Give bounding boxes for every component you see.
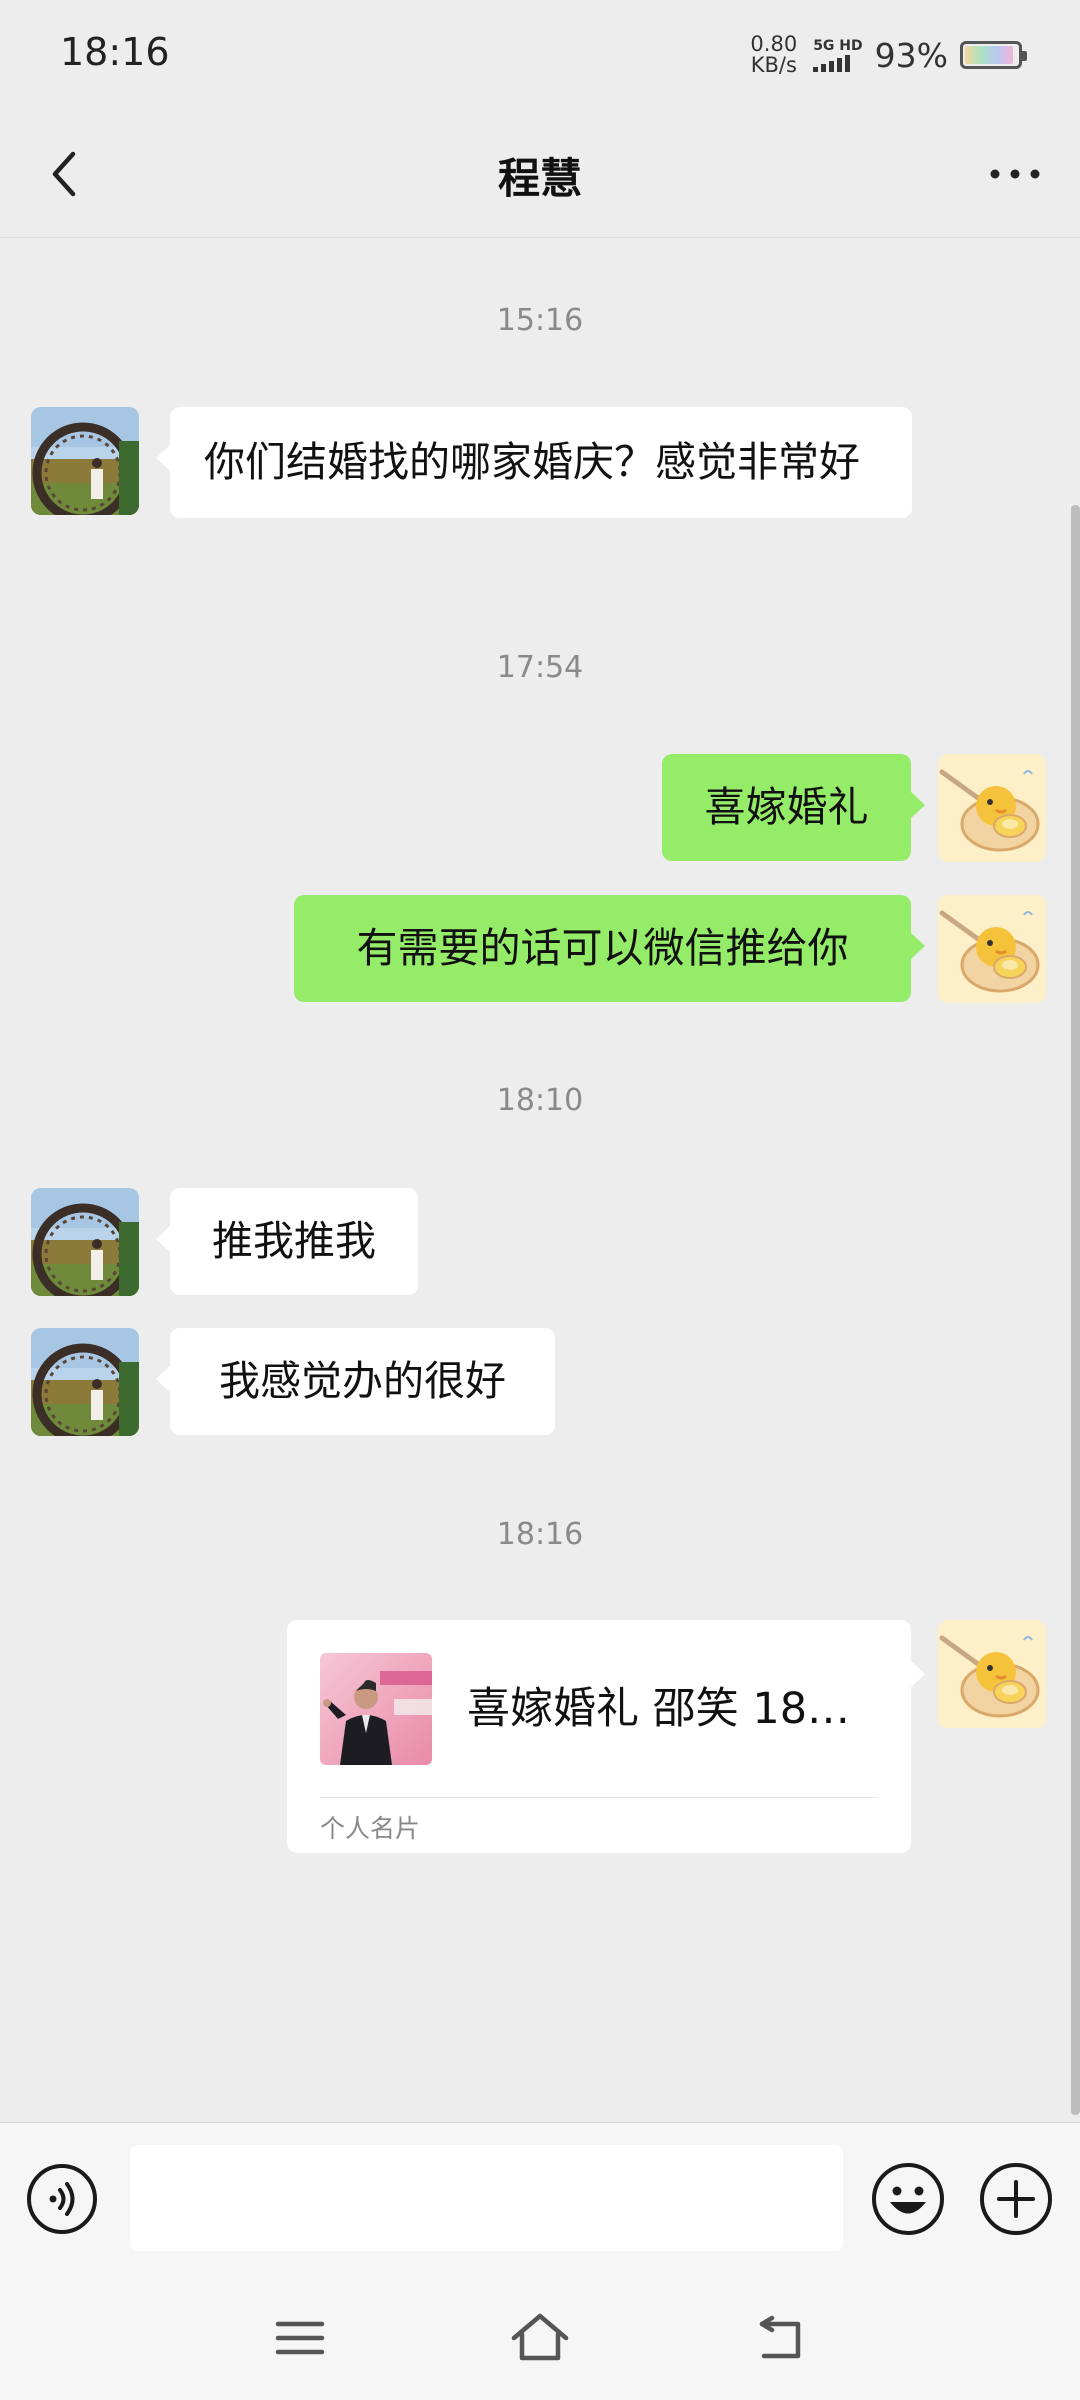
- network-speed-unit: KB/s: [750, 53, 797, 77]
- message-timestamp: 17:54: [496, 650, 584, 685]
- home-icon: [511, 2313, 569, 2361]
- network-speed-value: 0.80: [750, 32, 798, 56]
- battery-icon: [960, 41, 1027, 69]
- contact-card-divider: [320, 1797, 878, 1798]
- contact-avatar-image: [31, 1328, 139, 1436]
- more-options-button[interactable]: [980, 139, 1050, 209]
- outgoing-message[interactable]: 喜嫁婚礼: [662, 754, 925, 861]
- home-button[interactable]: [510, 2310, 570, 2366]
- ellipsis-icon: [990, 169, 1040, 179]
- contact-avatar-image: [31, 407, 139, 515]
- my-avatar-image: [938, 895, 1046, 1003]
- emoji-button[interactable]: [870, 2161, 946, 2237]
- chat-title: 程慧: [497, 154, 582, 203]
- contact-card-thumbnail: [320, 1653, 432, 1765]
- contact-avatar[interactable]: [31, 1188, 139, 1296]
- my-avatar-image: [938, 1620, 1046, 1728]
- incoming-message[interactable]: 我感觉办的很好: [156, 1328, 555, 1435]
- network-type-label: 5G HD: [813, 38, 863, 54]
- message-timestamp: 18:10: [496, 1083, 584, 1118]
- status-indicators: 0.80 KB/s 5G HD 93%: [750, 34, 1027, 76]
- contact-card-message[interactable]: 喜嫁婚礼 邵笑 18… 个人名片: [287, 1620, 925, 1853]
- plus-icon: [980, 2163, 1052, 2235]
- battery-level-fill: [965, 46, 1014, 64]
- chat-scrollbar[interactable]: [1071, 505, 1080, 2115]
- contact-card-label: 个人名片: [320, 1814, 421, 1843]
- network-speed: 0.80 KB/s: [750, 34, 797, 76]
- voice-input-button[interactable]: [26, 2163, 98, 2235]
- my-avatar[interactable]: [938, 895, 1046, 1003]
- battery-percent: 93%: [874, 35, 948, 75]
- outgoing-message[interactable]: 有需要的话可以微信推给你: [294, 895, 925, 1002]
- system-back-button[interactable]: [752, 2310, 812, 2366]
- message-timestamp: 15:16: [496, 303, 584, 338]
- contact-avatar[interactable]: [31, 1328, 139, 1436]
- contact-avatar[interactable]: [31, 407, 139, 515]
- my-avatar[interactable]: [938, 754, 1046, 862]
- my-avatar-image: [938, 754, 1046, 862]
- back-icon: [759, 2315, 801, 2359]
- chat-input-bar: [0, 2122, 1080, 2273]
- incoming-message[interactable]: 推我推我: [156, 1188, 418, 1295]
- contact-avatar-image: [31, 1188, 139, 1296]
- my-avatar[interactable]: [938, 1620, 1046, 1728]
- status-time: 18:16: [60, 30, 170, 74]
- status-bar: 18:16 0.80 KB/s 5G HD 93%: [0, 0, 1080, 115]
- contact-card-name: 喜嫁婚礼 邵笑 18…: [467, 1684, 851, 1734]
- message-timestamp: 18:16: [496, 1517, 584, 1552]
- recent-apps-button[interactable]: [270, 2310, 330, 2366]
- voice-icon: [27, 2164, 97, 2234]
- system-navigation-bar: [0, 2272, 1080, 2400]
- chat-header: 程慧: [0, 115, 1080, 238]
- emoji-icon: [872, 2163, 944, 2235]
- message-input[interactable]: [130, 2145, 843, 2251]
- incoming-message[interactable]: 你们结婚找的哪家婚庆？感觉非常好: [156, 407, 912, 518]
- more-functions-button[interactable]: [978, 2161, 1054, 2237]
- signal-icon: 5G HD: [813, 38, 863, 72]
- menu-icon: [275, 2321, 325, 2355]
